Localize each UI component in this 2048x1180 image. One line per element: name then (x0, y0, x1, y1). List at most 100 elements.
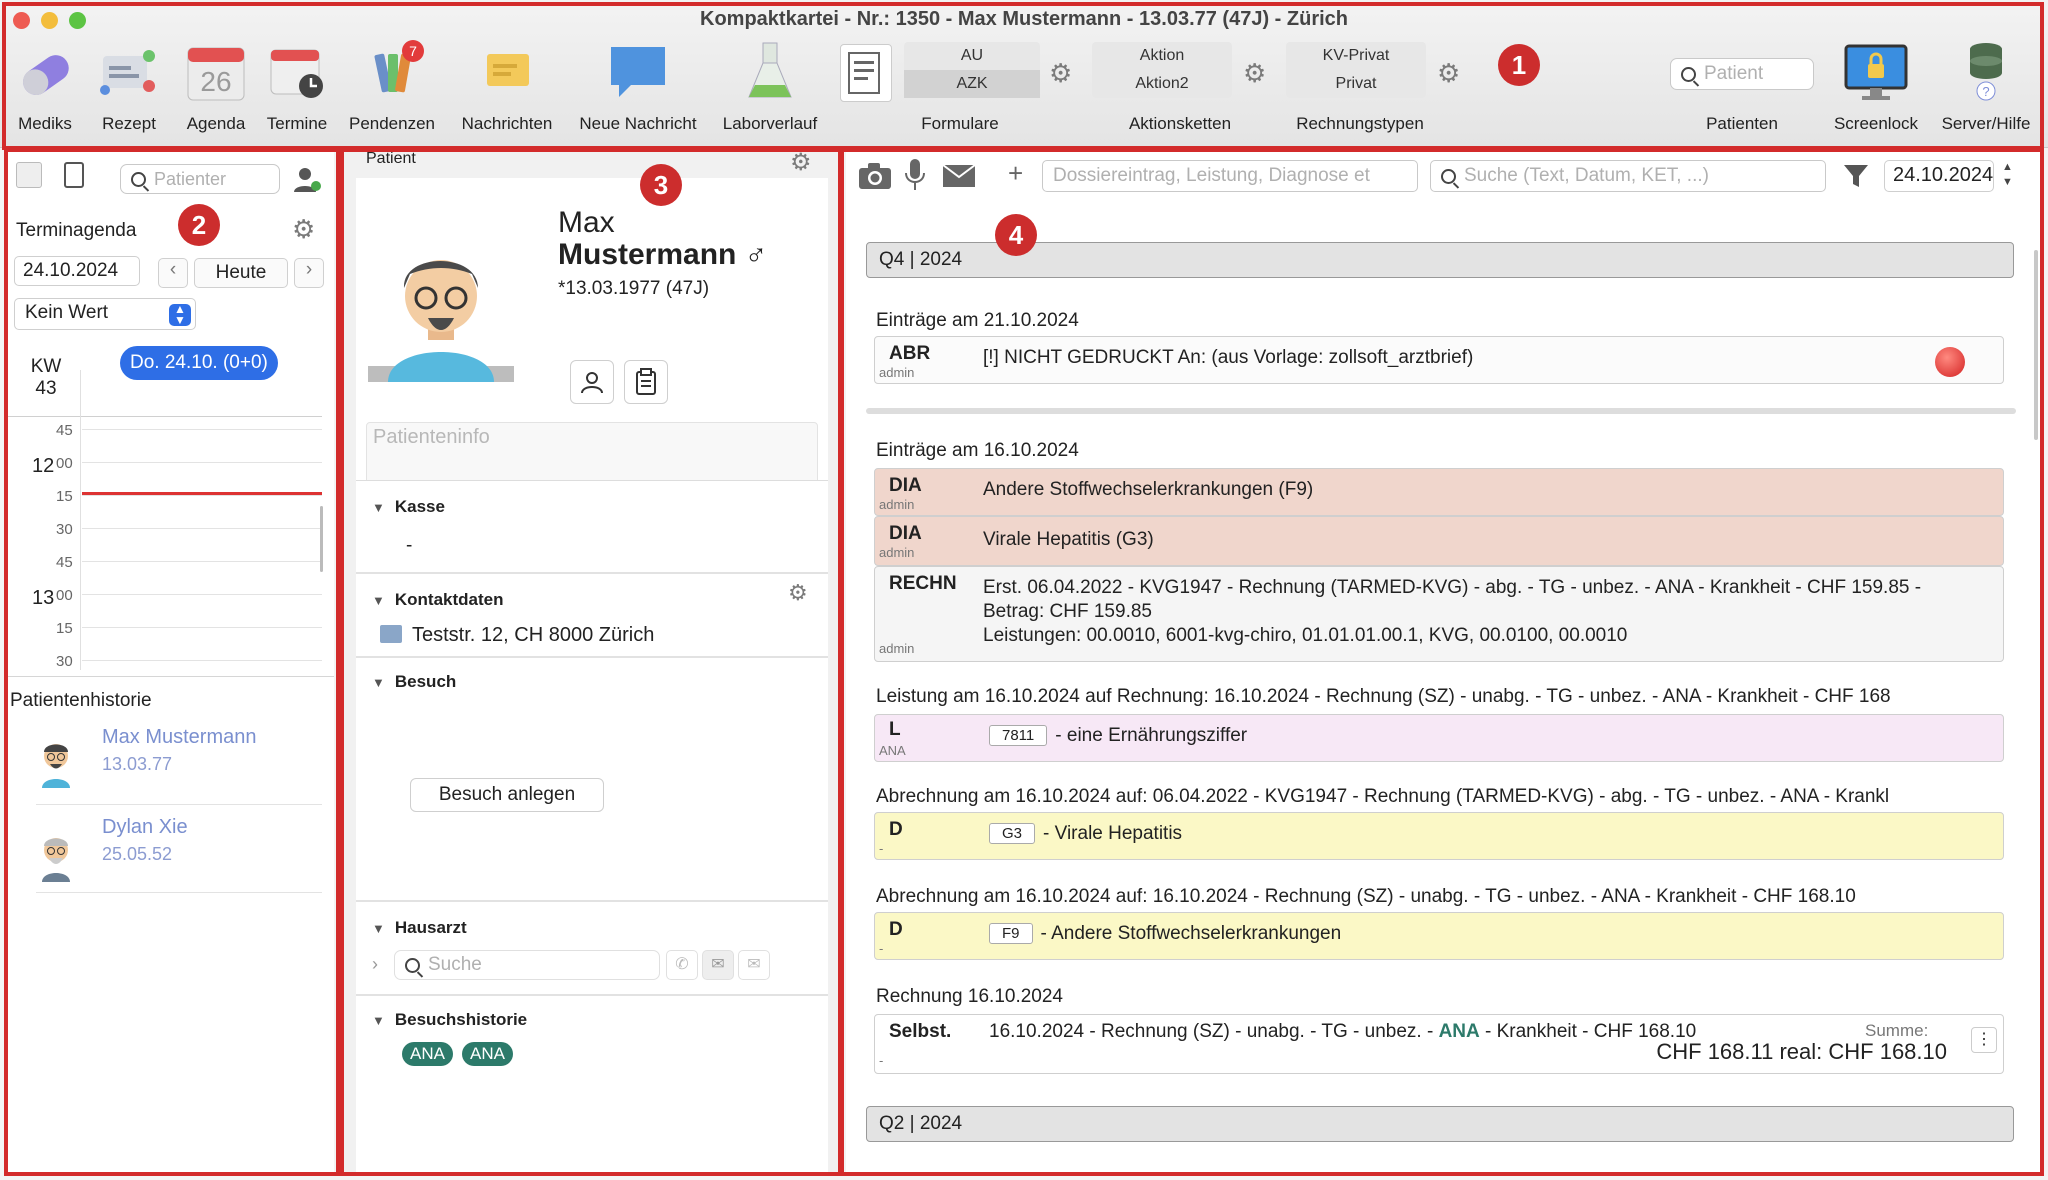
toolbar-server-button[interactable]: ? Server/Hilfe (1936, 36, 2036, 134)
entry-kind: L (889, 719, 901, 740)
add-entry-icon[interactable]: + (1008, 158, 1023, 189)
rechnungstypen-option[interactable]: Privat (1286, 70, 1426, 98)
more-icon[interactable]: ⋮ (1971, 1027, 1997, 1053)
entry-dia[interactable]: DIA admin Andere Stoffwechselerkrankunge… (874, 468, 2004, 516)
camera-icon[interactable] (858, 162, 892, 190)
besuch-header[interactable]: ▼ Besuch (372, 672, 456, 692)
day-header: Einträge am 16.10.2024 (876, 440, 1079, 461)
toolbar-pendenzen-button[interactable]: 7 Pendenzen (346, 36, 438, 134)
patient-panel: Patient ⚙ Max Mustermann ♂ *13.03.1977 (… (344, 148, 838, 1172)
toolbar-mediks-button[interactable]: Mediks (8, 36, 82, 134)
time-slot[interactable]: 15 (8, 614, 322, 647)
formulare-selector[interactable]: AU AZK (904, 42, 1040, 98)
microphone-icon[interactable] (904, 158, 926, 192)
visit-tag[interactable]: ANA (402, 1042, 453, 1066)
time-slot[interactable]: 13 00 (8, 581, 322, 614)
patient-last-name: Mustermann ♂ (558, 238, 768, 271)
toolbar-screenlock-button[interactable]: Screenlock (1826, 36, 1926, 134)
clipboard-tab-icon[interactable] (64, 162, 84, 188)
form-document-icon[interactable] (840, 44, 892, 102)
dossier-search-input[interactable]: Suche (Text, Datum, KET, ...) (1430, 160, 1826, 192)
hausarzt-search-input[interactable]: Suche (394, 950, 660, 980)
kontakt-title: Kontaktdaten (394, 590, 504, 609)
open-mail-icon[interactable]: ✉ (738, 950, 770, 980)
besuchshistorie-header[interactable]: ▼ Besuchshistorie (372, 1010, 527, 1030)
besuch-anlegen-button[interactable]: Besuch anlegen (410, 778, 604, 812)
visit-tag[interactable]: ANA (462, 1042, 513, 1066)
toolbar-rezept-button[interactable]: Rezept (92, 36, 166, 134)
add-person-icon[interactable] (292, 164, 322, 194)
entry-rechnung[interactable]: Selbst. - 16.10.2024 - Rechnung (SZ) - u… (874, 1014, 2004, 1074)
sum-value: CHF 168.11 real: CHF 168.10 (1656, 1039, 1947, 1064)
kontakt-gear-icon[interactable]: ⚙ (788, 580, 808, 606)
abrechnung-code: G3 (989, 823, 1036, 845)
aktionsketten-option[interactable]: Aktion2 (1092, 70, 1232, 98)
history-item[interactable]: Dylan Xie 25.05.52 (8, 810, 322, 898)
time-slot[interactable]: 15 (8, 482, 322, 515)
today-button[interactable]: Heute (194, 258, 288, 288)
formulare-option[interactable]: AU (904, 42, 1040, 70)
avatar[interactable] (368, 218, 514, 382)
history-date: 25.05.52 (102, 844, 173, 864)
patient-gear-icon[interactable]: ⚙ (790, 148, 812, 177)
rechnung-header: Rechnung 16.10.2024 (876, 986, 1063, 1007)
formulare-option-selected[interactable]: AZK (904, 70, 1040, 98)
kasse-title: Kasse (394, 497, 445, 516)
time-slot[interactable]: 30 (8, 515, 322, 548)
entry-abr[interactable]: ABR admin [!] NICHT GEDRUCKT An: (aus Vo… (874, 336, 2004, 384)
patient-history-title: Patientenhistorie (10, 690, 152, 711)
dossier-date-field[interactable]: 24.10.2024 (1884, 160, 1994, 192)
agenda-date-field[interactable]: 24.10.2024 (14, 256, 140, 286)
entry-abrechnung[interactable]: D - G3 - Virale Hepatitis (874, 812, 2004, 860)
formulare-gear-icon[interactable]: ⚙ (1049, 58, 1072, 89)
kasse-header[interactable]: ▼ Kasse (372, 497, 445, 517)
toolbar-neue-nachricht-button[interactable]: Neue Nachricht (570, 36, 706, 134)
quarter-header-q4[interactable]: Q4 | 2024 (866, 242, 2014, 278)
prev-day-button[interactable]: ‹ (158, 258, 188, 288)
aktionsketten-option[interactable]: Aktion (1092, 42, 1232, 70)
kontakt-header[interactable]: ▼ Kontaktdaten (372, 590, 504, 610)
patient-person-button[interactable] (570, 360, 614, 404)
entry-abrechnung[interactable]: D - F9 - Andere Stoffwechselerkrankungen (874, 912, 2004, 960)
envelope-icon[interactable] (942, 164, 976, 188)
aktionsketten-selector[interactable]: Aktion Aktion2 (1092, 42, 1232, 98)
agenda-patient-search[interactable]: Patienter (120, 164, 280, 194)
history-item[interactable]: Max Mustermann 13.03.77 (8, 720, 322, 808)
day-header-pill[interactable]: Do. 24.10. (0+0) (120, 346, 278, 380)
rechnungstypen-option[interactable]: KV-Privat (1286, 42, 1426, 70)
time-slot[interactable]: 12 00 (8, 449, 322, 482)
time-slot[interactable]: 45 (8, 416, 322, 449)
patient-clipboard-button[interactable] (624, 360, 668, 404)
rechnungstypen-selector[interactable]: KV-Privat Privat (1286, 42, 1426, 98)
next-day-button[interactable]: › (294, 258, 324, 288)
chevron-down-icon: ▼ (372, 675, 385, 690)
dossier-scrollbar[interactable] (2034, 250, 2038, 440)
toolbar-agenda-button[interactable]: 26 Agenda (176, 36, 256, 134)
agenda-filter-select[interactable]: Kein Wert ▲ ▼ (14, 298, 196, 330)
aktionsketten-gear-icon[interactable]: ⚙ (1243, 58, 1266, 89)
mail-icon[interactable]: ✉ (702, 950, 734, 980)
status-red-dot-icon[interactable] (1935, 347, 1965, 377)
agenda-gear-icon[interactable]: ⚙ (292, 214, 315, 245)
chevron-right-icon[interactable]: › (372, 954, 378, 975)
hausarzt-header[interactable]: ▼ Hausarzt (372, 918, 467, 938)
dossier-entry-input[interactable]: Dossiereintrag, Leistung, Diagnose et (1042, 160, 1418, 192)
agenda-scrollbar[interactable] (320, 506, 323, 572)
toolbar-termine-button[interactable]: Termine (260, 36, 334, 134)
calendar-tab-icon[interactable] (16, 162, 42, 188)
phone-icon[interactable]: ✆ (666, 950, 698, 980)
toolbar-laborverlauf-button[interactable]: Laborverlauf (716, 36, 824, 134)
date-stepper[interactable]: ▲ ▼ (2002, 160, 2013, 190)
abrechnung-text: - Virale Hepatitis (1043, 823, 1183, 844)
filter-icon[interactable] (1842, 162, 1870, 190)
time-grid[interactable]: 45 12 00 15 30 45 13 00 15 30 (8, 416, 322, 678)
entry-leistung[interactable]: L ANA 7811 - eine Ernährungsziffer (874, 714, 2004, 762)
quarter-header-q2[interactable]: Q2 | 2024 (866, 1106, 2014, 1142)
entry-dia[interactable]: DIA admin Virale Hepatitis (G3) (874, 516, 2004, 566)
entry-rechn[interactable]: RECHN admin Erst. 06.04.2022 - KVG1947 -… (874, 566, 2004, 662)
patient-search-input[interactable]: Patient (1670, 58, 1814, 90)
search-icon (405, 957, 420, 973)
toolbar-nachrichten-button[interactable]: Nachrichten (456, 36, 558, 134)
time-slot[interactable]: 45 (8, 548, 322, 581)
rechnungstypen-gear-icon[interactable]: ⚙ (1437, 58, 1460, 89)
